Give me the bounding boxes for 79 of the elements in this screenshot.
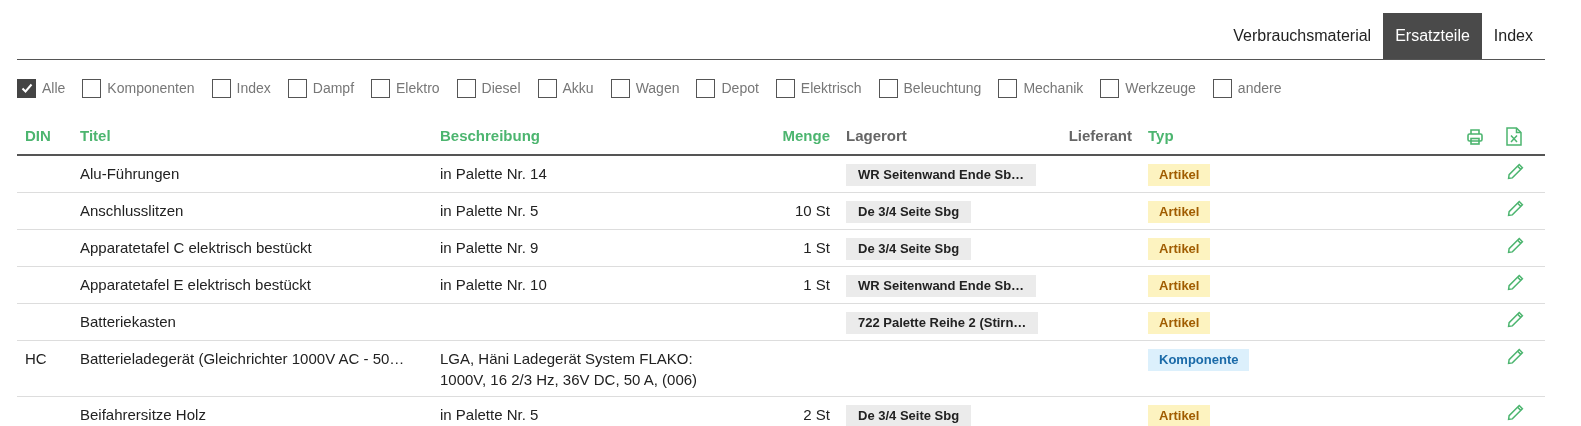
checkbox[interactable] [610, 78, 630, 98]
checkbox[interactable] [1100, 78, 1120, 98]
type-badge: Artikel [1148, 275, 1211, 297]
column-header[interactable]: Titel [80, 126, 111, 144]
edit-icon[interactable] [1507, 237, 1524, 254]
checkbox-label[interactable]: Elektrisch [800, 77, 862, 99]
type-badge: Artikel [1148, 238, 1211, 260]
table-cell: Batterieladegerät (Gleichrichter 1000V AC - 50… [80, 350, 405, 367]
checkbox-label[interactable]: Wagen [635, 77, 680, 99]
table-cell: in Palette Nr. 10 [440, 276, 547, 293]
table-cell: Apparatetafel C elektrisch bestückt [80, 239, 312, 256]
table-cell: in Palette Nr. 9 [440, 239, 539, 256]
column-header[interactable]: Beschreibung [440, 126, 541, 144]
location-chip: De 3/4 Seite Sbg [846, 238, 972, 260]
table-cell: Batteriekasten [80, 313, 176, 330]
edit-icon[interactable] [1507, 274, 1524, 291]
edit-icon[interactable] [1507, 348, 1524, 365]
checkbox-label[interactable]: Depot [721, 77, 759, 99]
edit-icon[interactable] [1507, 163, 1524, 180]
column-header[interactable]: Typ [1148, 126, 1174, 144]
checkbox[interactable] [287, 78, 307, 98]
edit-icon[interactable] [1507, 311, 1524, 328]
checkbox-label[interactable]: Elektro [396, 77, 440, 99]
table-cell: Anschlusslitzen [80, 202, 184, 219]
checkbox[interactable] [82, 78, 102, 98]
column-header[interactable]: Menge [782, 126, 830, 144]
checkbox[interactable] [17, 78, 36, 98]
tab[interactable]: Ersatzteile [1383, 13, 1482, 59]
location-chip: 722 Palette Reihe 2 (Stirn… [846, 312, 1039, 334]
checkbox[interactable] [998, 78, 1018, 98]
checkbox[interactable] [696, 78, 716, 98]
table-cell: Beifahrersitze Holz [80, 406, 206, 423]
table-cell: 10 St [794, 202, 830, 219]
checkbox-label[interactable]: Werkzeuge [1125, 77, 1196, 99]
table-cell: in Palette Nr. 5 [440, 202, 539, 219]
type-badge: Komponente [1148, 349, 1250, 371]
tab[interactable]: Index [1481, 13, 1545, 59]
table-cell: Apparatetafel E elektrisch bestückt [80, 276, 311, 293]
check-icon [19, 81, 34, 95]
table-cell: 1 St [803, 239, 830, 256]
edit-icon[interactable] [1507, 404, 1524, 421]
column-header[interactable]: DIN [25, 126, 51, 144]
location-chip: De 3/4 Seite Sbg [846, 405, 972, 426]
checkbox-label[interactable]: Alle [42, 77, 66, 99]
table-cell: 1 St [803, 276, 830, 293]
column-header: Lieferant [1068, 126, 1132, 144]
checkbox[interactable] [211, 78, 231, 98]
type-badge: Artikel [1148, 164, 1211, 186]
column-header: Lagerort [846, 126, 907, 144]
location-chip: De 3/4 Seite Sbg [846, 201, 972, 223]
tab[interactable]: Verbrauchsmaterial [1221, 13, 1384, 59]
excel-export-icon[interactable] [1506, 127, 1522, 147]
checkbox[interactable] [878, 78, 898, 98]
checkbox-label[interactable]: Dampf [312, 77, 355, 99]
edit-icon[interactable] [1507, 200, 1524, 217]
checkbox[interactable] [1212, 78, 1232, 98]
checkbox[interactable] [371, 78, 391, 98]
checkbox-label[interactable]: Mechanik [1023, 77, 1084, 99]
table-cell: LGA, Häni Ladegerät System FLAKO: 1000V, 16 2/3 Hz, 36V DC, 50 A, (006) [440, 350, 698, 388]
checkbox-label[interactable]: Akku [562, 77, 594, 99]
checkbox-label[interactable]: andere [1237, 77, 1282, 99]
checkbox[interactable] [775, 78, 795, 98]
checkbox-label[interactable]: Komponenten [107, 77, 195, 99]
checkbox-label[interactable]: Index [236, 77, 271, 99]
table-cell: in Palette Nr. 14 [440, 165, 547, 182]
location-chip: WR Seitenwand Ende Sb… [846, 275, 1037, 297]
print-icon[interactable] [1466, 127, 1484, 146]
type-badge: Artikel [1148, 312, 1211, 334]
type-badge: Artikel [1148, 405, 1211, 426]
checkbox-label[interactable]: Beleuchtung [903, 77, 982, 99]
table-cell: 2 St [803, 406, 830, 423]
type-badge: Artikel [1148, 201, 1211, 223]
table-cell: in Palette Nr. 5 [440, 406, 539, 423]
table-cell: Alu-Führungen [80, 165, 180, 182]
checkbox-label[interactable]: Diesel [481, 77, 521, 99]
checkbox[interactable] [537, 78, 557, 98]
table-cell: HC [25, 350, 47, 367]
location-chip: WR Seitenwand Ende Sb… [846, 164, 1037, 186]
checkbox[interactable] [456, 78, 476, 98]
